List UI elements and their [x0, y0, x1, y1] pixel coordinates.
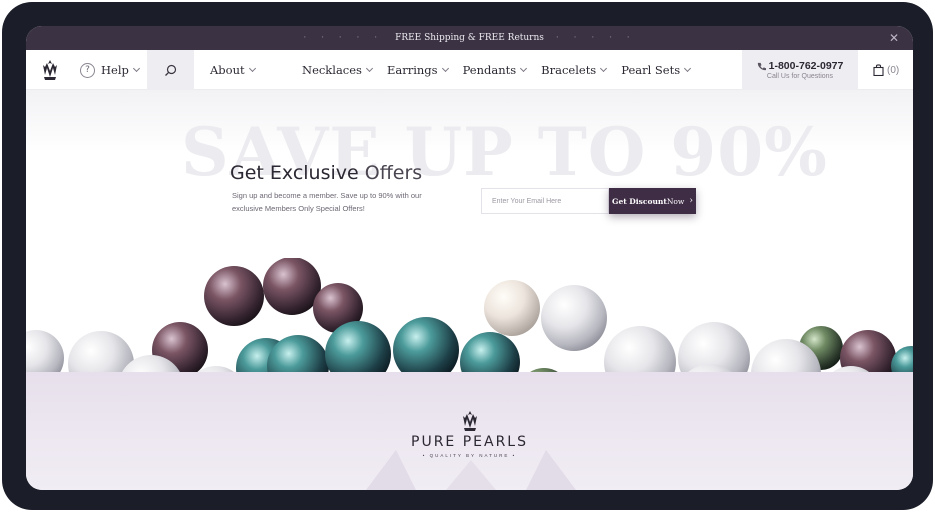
pure-pearls-logo-icon [463, 411, 477, 431]
phone-subtitle: Call Us for Questions [766, 73, 834, 80]
menu-item-label: Earrings [386, 63, 438, 77]
hero-title-main: Get Exclusive [230, 162, 359, 184]
cta-label-main: Get Discount [612, 196, 667, 206]
pearls-image [26, 258, 913, 372]
announcement-bar: · · · · · FREE Shipping & FREE Returns ·… [26, 26, 913, 50]
cart-count: (0) [887, 64, 900, 76]
search-button[interactable] [147, 50, 194, 90]
phone-number: 1-800-762-0977 [768, 60, 844, 72]
hero-title-light: Offers [358, 162, 423, 184]
decorative-dots-left: · · · · · [303, 33, 384, 43]
menu-item-earrings[interactable]: Earrings [386, 63, 449, 77]
chevron-down-icon [365, 64, 374, 72]
brand-section: PURE PEARLS • QUALITY BY NATURE • [26, 372, 913, 490]
hero-description: Sign up and become a member. Save up to … [232, 191, 422, 213]
device-frame: · · · · · FREE Shipping & FREE Returns ·… [2, 2, 933, 510]
menu-item-label: Pendants [462, 63, 517, 77]
main-navigation: ? Help About Necklaces Earrings Pendants… [26, 50, 913, 90]
help-label: Help [101, 63, 129, 77]
get-discount-button[interactable]: Get Discount Now › [609, 188, 696, 214]
brand-name: PURE PEARLS [411, 434, 528, 450]
hero-title: Get Exclusive Offers [230, 162, 422, 184]
decorative-dots-right: · · · · · [555, 33, 636, 43]
question-circle-icon: ? [80, 62, 95, 78]
menu-item-bracelets[interactable]: Bracelets [541, 63, 608, 77]
hero-banner: SAVE UP TO 90% Get Exclusive Offers Sign… [26, 90, 913, 372]
brand-tagline: • QUALITY BY NATURE • [422, 453, 517, 458]
search-icon [165, 64, 177, 76]
menu-item-label: Pearl Sets [621, 63, 681, 77]
menu-item-label: Necklaces [302, 63, 362, 77]
announcement-text: FREE Shipping & FREE Returns [395, 33, 544, 43]
chevron-down-icon [520, 64, 528, 72]
cta-label-light: Now [666, 196, 685, 206]
chevron-down-icon [600, 64, 608, 72]
phone-contact[interactable]: 1-800-762-0977 Call Us for Questions [742, 50, 858, 90]
chevron-right-icon: › [689, 196, 693, 206]
chevron-down-icon [132, 64, 140, 72]
menu-item-necklaces[interactable]: Necklaces [302, 63, 374, 77]
email-input[interactable]: Enter Your Email Here [481, 188, 609, 214]
shopping-bag-icon [873, 64, 884, 76]
menu-item-label: Bracelets [541, 63, 597, 77]
browser-screen: · · · · · FREE Shipping & FREE Returns ·… [26, 26, 913, 490]
email-placeholder: Enter Your Email Here [492, 197, 562, 205]
chevron-down-icon [441, 64, 449, 72]
about-label: About [210, 63, 245, 77]
about-menu[interactable]: About [210, 50, 256, 90]
pearl-crown-logo-icon[interactable] [41, 59, 59, 81]
menu-item-pendants[interactable]: Pendants [462, 63, 528, 77]
chevron-down-icon [684, 64, 692, 72]
help-menu[interactable]: ? Help [80, 50, 140, 90]
cart-button[interactable]: (0) [873, 50, 899, 90]
phone-icon [757, 62, 766, 70]
phone-number-row: 1-800-762-0977 [757, 60, 844, 72]
chevron-down-icon [248, 64, 256, 72]
category-menu: Necklaces Earrings Pendants Bracelets Pe… [302, 50, 692, 90]
menu-item-pearl-sets[interactable]: Pearl Sets [621, 63, 692, 77]
close-icon[interactable]: ✕ [889, 31, 899, 45]
